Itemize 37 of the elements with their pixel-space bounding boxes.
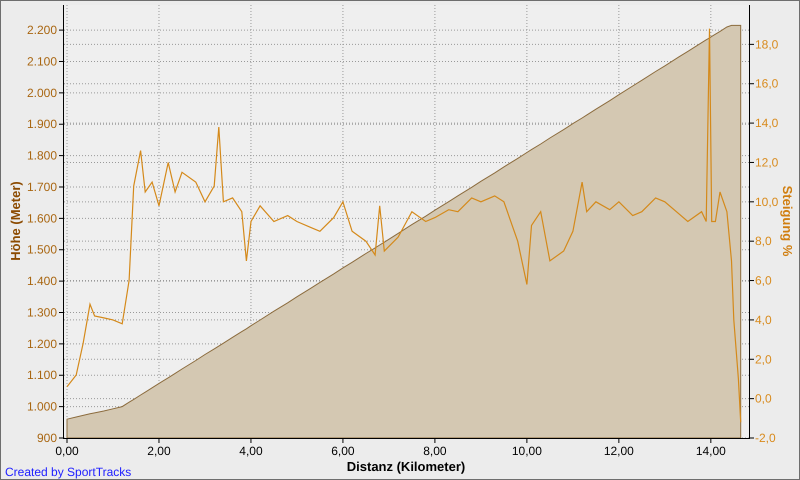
axis-label: 6,0	[755, 274, 772, 288]
axis-label: 1.100	[26, 368, 57, 382]
axis-label: 14,00	[696, 444, 726, 458]
axis-label: 12,0	[755, 155, 778, 170]
axis-title: Höhe (Meter)	[8, 181, 23, 261]
axis-label: 1.800	[26, 148, 57, 163]
axis-label: 6,00	[331, 444, 355, 458]
axis-label: 2.200	[26, 23, 57, 38]
axis-label: 1.000	[26, 400, 57, 414]
axis-label: 0,00	[55, 444, 79, 458]
axis-title: Steigung %	[780, 186, 795, 256]
axis-label: 2.100	[26, 54, 57, 68]
axis-label: 2,0	[755, 352, 772, 366]
axis-label: 2.000	[26, 86, 57, 100]
axis-label: 1.700	[26, 180, 57, 194]
axis-label: 2,00	[147, 444, 171, 458]
axis-label: 8,00	[423, 444, 447, 458]
axis-label: -2,0	[755, 431, 776, 445]
axis-label: 12,00	[604, 444, 634, 458]
axis-label: 18,0	[755, 37, 778, 52]
axis-label: 900	[36, 431, 57, 445]
axis-label: 1.500	[26, 242, 57, 257]
axis-label: 1.600	[26, 211, 57, 226]
axis-label: 10,0	[755, 194, 778, 209]
axis-label: 8,0	[755, 234, 772, 248]
axis-label: 1.900	[26, 117, 57, 132]
axis-label: 4,00	[239, 444, 263, 458]
axis-label: 1.300	[26, 306, 57, 320]
credit-link[interactable]: Created by SportTracks	[5, 465, 339, 479]
axis-label: 1.400	[26, 274, 57, 288]
axis-label: 1.200	[26, 336, 57, 351]
axis-label: 14,0	[755, 116, 778, 130]
axis-title: Distanz (Kilometer)	[346, 459, 466, 474]
axis-label: 0,0	[755, 392, 772, 406]
axis-label: 16,0	[755, 76, 778, 91]
axis-label: 10,00	[512, 444, 542, 458]
axis-label: 4,0	[755, 312, 772, 327]
